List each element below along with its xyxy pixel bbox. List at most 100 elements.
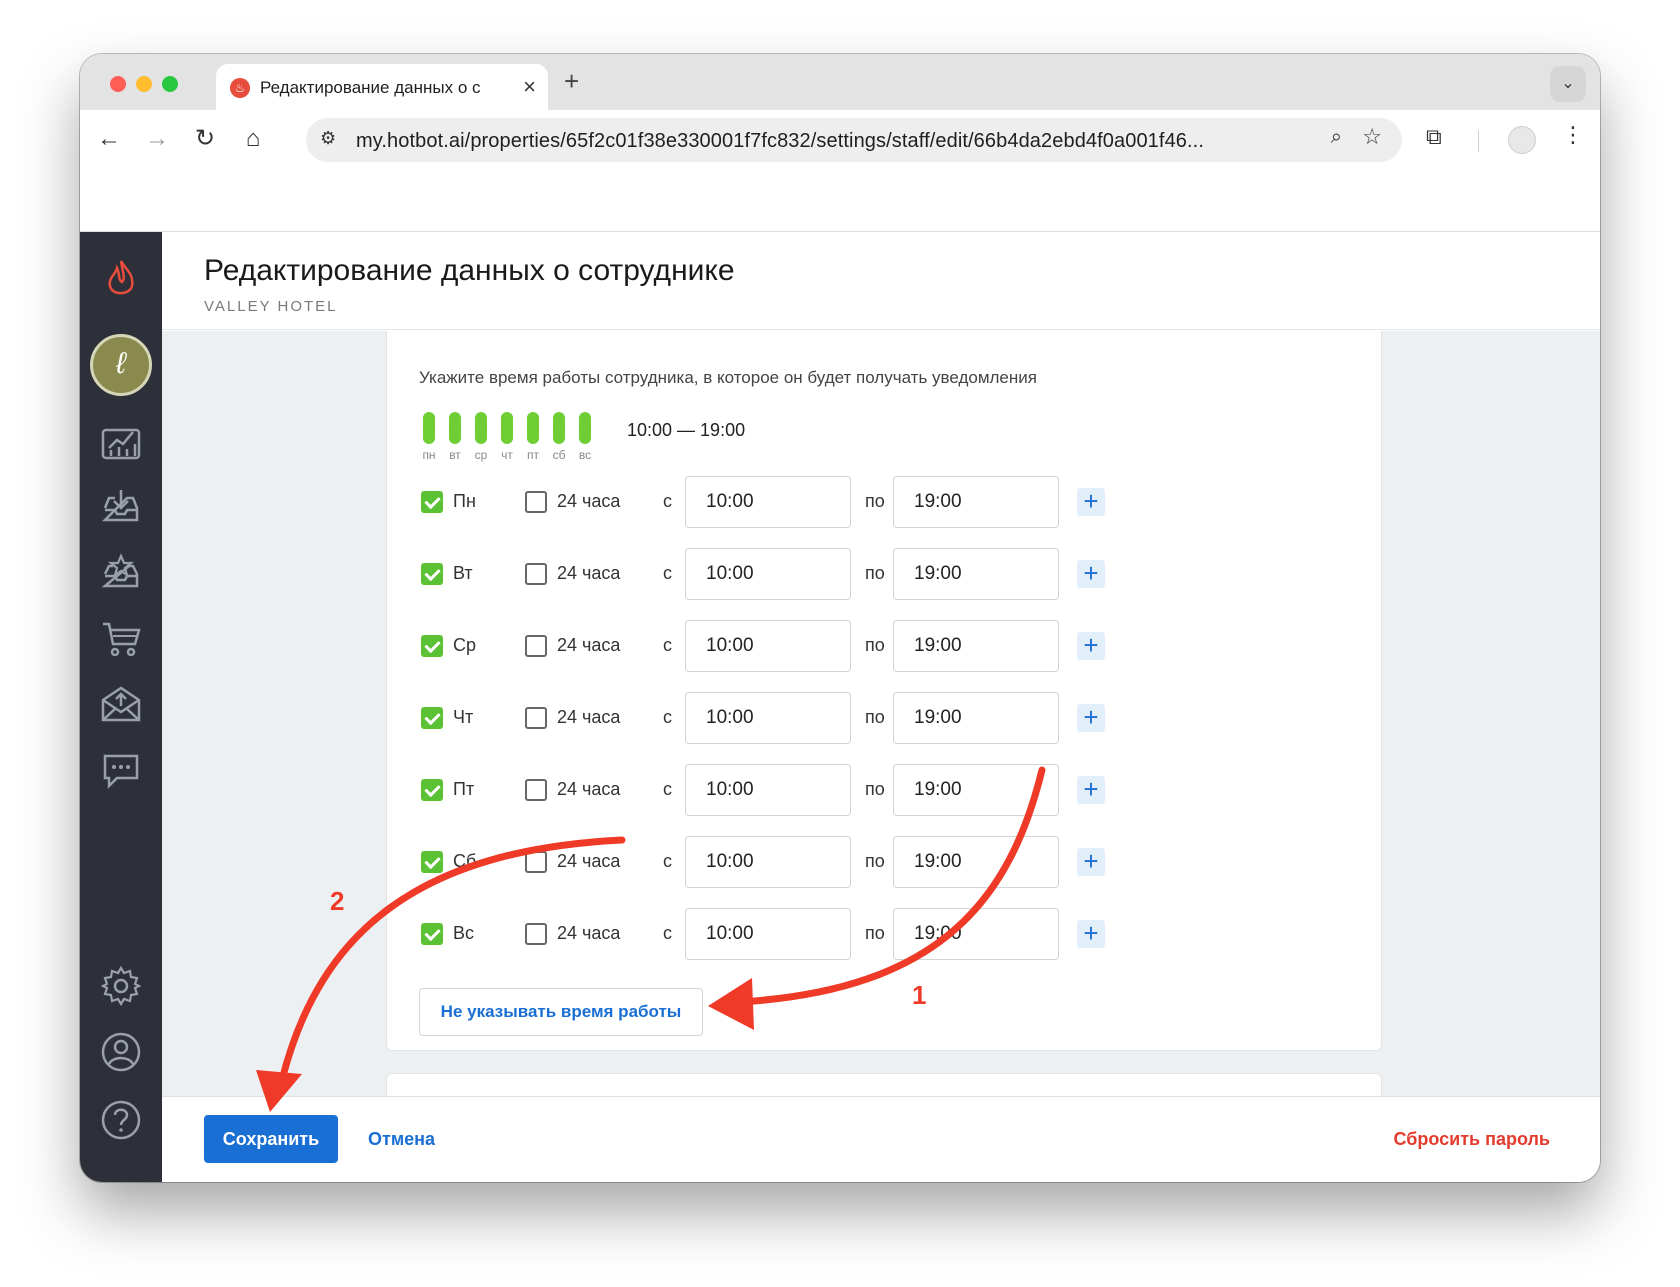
address-bar[interactable]: ⚙ my.hotbot.ai/properties/65f2c01f38e330…: [306, 118, 1402, 162]
to-label: по: [865, 635, 885, 655]
analytics-chart-icon[interactable]: [99, 420, 143, 464]
week-bar-mon: [423, 412, 435, 444]
week-label: пн: [422, 448, 436, 462]
day-row-wed: Ср 24 часа с 10:00 по 19:00 +: [419, 620, 1119, 672]
time-from-input[interactable]: 10:00: [685, 692, 851, 744]
home-icon[interactable]: ⌂: [236, 122, 270, 156]
add-interval-plus-icon[interactable]: +: [1077, 560, 1105, 588]
site-settings-icon[interactable]: ⚙: [320, 128, 336, 149]
full-day-checkbox[interactable]: [525, 851, 547, 873]
day-enabled-checkbox[interactable]: [421, 923, 443, 945]
day-enabled-checkbox[interactable]: [421, 779, 443, 801]
add-interval-plus-icon[interactable]: +: [1077, 920, 1105, 948]
time-from-input[interactable]: 10:00: [685, 836, 851, 888]
bookmark-star-icon[interactable]: ☆: [1362, 124, 1382, 150]
full-day-label: 24 часа: [557, 779, 621, 799]
full-day-label: 24 часа: [557, 635, 621, 655]
browser-infobar-space: [80, 168, 1600, 232]
mail-upload-icon[interactable]: [99, 682, 143, 726]
annotation-step-1: 1: [912, 980, 927, 1010]
day-enabled-checkbox[interactable]: [421, 563, 443, 585]
forward-arrow-icon[interactable]: →: [140, 122, 174, 156]
url-text[interactable]: my.hotbot.ai/properties/65f2c01f38e33000…: [356, 130, 1286, 153]
time-from-input[interactable]: 10:00: [685, 764, 851, 816]
hotel-name: VALLEY HOTEL: [204, 298, 338, 315]
inbox-download-icon[interactable]: [99, 484, 143, 528]
full-day-checkbox[interactable]: [525, 563, 547, 585]
time-to-input[interactable]: 19:00: [893, 620, 1059, 672]
shopping-cart-icon[interactable]: [99, 616, 143, 660]
to-label: по: [865, 563, 885, 583]
from-label: с: [663, 491, 672, 511]
tab-close-icon[interactable]: ×: [523, 74, 536, 100]
full-day-label: 24 часа: [557, 851, 621, 871]
user-profile-icon[interactable]: [99, 1030, 143, 1074]
day-label: Ср: [453, 635, 477, 655]
reset-password-link[interactable]: Сбросить пароль: [1393, 1129, 1550, 1150]
to-label: по: [865, 851, 885, 871]
save-button[interactable]: Сохранить: [204, 1115, 338, 1163]
add-interval-plus-icon[interactable]: +: [1077, 632, 1105, 660]
full-day-checkbox[interactable]: [525, 491, 547, 513]
time-to-input[interactable]: 19:00: [893, 548, 1059, 600]
day-label: Чт: [453, 707, 474, 727]
add-interval-plus-icon[interactable]: +: [1077, 488, 1105, 516]
from-label: с: [663, 635, 672, 655]
time-to-input[interactable]: 19:00: [893, 764, 1059, 816]
time-from-input[interactable]: 10:00: [685, 476, 851, 528]
time-to-input[interactable]: 19:00: [893, 476, 1059, 528]
browser-toolbar: ← → ↻ ⌂ ⚙ my.hotbot.ai/properties/65f2c0…: [80, 110, 1600, 168]
time-to-input[interactable]: 19:00: [893, 836, 1059, 888]
day-row-sat: Сб 24 часа с 10:00 по 19:00 +: [419, 836, 1119, 888]
hotbot-flame-logo-icon[interactable]: [102, 258, 140, 300]
close-window-button[interactable]: [110, 76, 126, 92]
add-interval-plus-icon[interactable]: +: [1077, 848, 1105, 876]
main-content: Укажите время работы сотрудника, в котор…: [162, 331, 1600, 1096]
full-day-checkbox[interactable]: [525, 779, 547, 801]
cancel-link[interactable]: Отмена: [368, 1129, 435, 1150]
to-label: по: [865, 491, 885, 511]
page-title: Редактирование данных о сотруднике: [204, 254, 735, 287]
day-row-tue: Вт 24 часа с 10:00 по 19:00 +: [419, 548, 1119, 600]
extensions-puzzle-icon[interactable]: ⧉: [1426, 124, 1442, 150]
time-to-input[interactable]: 19:00: [893, 908, 1059, 960]
full-day-checkbox[interactable]: [525, 707, 547, 729]
week-bar-sat: [553, 412, 565, 444]
time-from-input[interactable]: 10:00: [685, 548, 851, 600]
zoom-magnifier-icon[interactable]: ⌕: [1331, 126, 1342, 149]
help-question-icon[interactable]: [99, 1098, 143, 1142]
app-sidebar: ℓ: [80, 232, 162, 1182]
day-row-sun: Вс 24 часа с 10:00 по 19:00 +: [419, 908, 1119, 960]
add-interval-plus-icon[interactable]: +: [1077, 776, 1105, 804]
hotbot-favicon-icon: ♨: [230, 78, 250, 98]
browser-tab-active[interactable]: ♨ Редактирование данных о с ×: [216, 64, 548, 110]
reviews-star-inbox-icon[interactable]: [99, 550, 143, 594]
new-tab-icon[interactable]: +: [564, 66, 579, 97]
add-interval-plus-icon[interactable]: +: [1077, 704, 1105, 732]
reload-icon[interactable]: ↻: [188, 122, 222, 156]
time-from-input[interactable]: 10:00: [685, 908, 851, 960]
maximize-window-button[interactable]: [162, 76, 178, 92]
week-label: сб: [552, 448, 566, 462]
settings-gear-icon[interactable]: [99, 964, 143, 1008]
week-label: вт: [449, 448, 461, 462]
chat-bubble-icon[interactable]: [99, 748, 143, 792]
day-enabled-checkbox[interactable]: [421, 851, 443, 873]
back-arrow-icon[interactable]: ←: [92, 122, 126, 156]
day-enabled-checkbox[interactable]: [421, 707, 443, 729]
browser-menu-kebab-icon[interactable]: ⋮: [1562, 122, 1584, 148]
week-label: чт: [501, 448, 513, 462]
week-bar-tue: [449, 412, 461, 444]
minimize-window-button[interactable]: [136, 76, 152, 92]
day-enabled-checkbox[interactable]: [421, 635, 443, 657]
full-day-checkbox[interactable]: [525, 635, 547, 657]
full-day-checkbox[interactable]: [525, 923, 547, 945]
day-row-mon: Пн 24 часа с 10:00 по 19:00 +: [419, 476, 1119, 528]
hotel-avatar[interactable]: ℓ: [90, 334, 152, 396]
time-to-input[interactable]: 19:00: [893, 692, 1059, 744]
no-work-hours-button[interactable]: Не указывать время работы: [419, 988, 703, 1036]
profile-avatar[interactable]: [1508, 126, 1536, 154]
tab-search-chevron-icon[interactable]: ⌄: [1550, 66, 1586, 102]
time-from-input[interactable]: 10:00: [685, 620, 851, 672]
day-enabled-checkbox[interactable]: [421, 491, 443, 513]
